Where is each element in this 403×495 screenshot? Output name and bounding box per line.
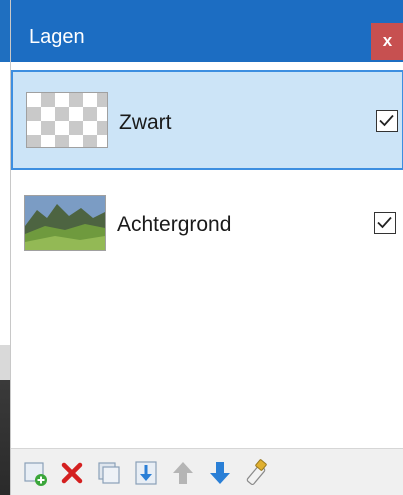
layers-toolbar [11,448,403,495]
layer-thumbnail [26,92,108,148]
panel-title: Lagen [29,26,85,48]
panel-titlebar[interactable]: Lagen x [11,0,403,62]
merge-layer-down-icon [135,461,157,485]
layer-properties-icon [246,459,267,486]
layer-item-achtergrond[interactable]: Achtergrond [11,172,403,272]
delete-layer-button[interactable] [58,459,86,487]
add-layer-icon [24,462,47,486]
landscape-image [25,196,105,250]
duplicate-layer-button[interactable] [95,459,123,487]
move-layer-down-icon [210,462,230,484]
move-layer-up-button[interactable] [169,459,197,487]
background-edge [0,0,10,495]
layer-item-zwart[interactable]: Zwart [11,70,403,170]
checkmark-icon [379,114,394,127]
layer-name: Zwart [119,111,172,134]
move-layer-up-icon [173,462,193,484]
layer-thumbnail [24,195,106,251]
merge-layer-down-button[interactable] [132,459,160,487]
layers-panel: Lagen x Zwart Achtergrond [10,0,403,495]
close-icon: x [382,31,393,50]
duplicate-layer-icon [98,462,120,484]
move-layer-down-button[interactable] [206,459,234,487]
layer-visibility-checkbox[interactable] [374,212,396,234]
close-button[interactable]: x [371,23,403,60]
layer-visibility-checkbox[interactable] [376,110,398,132]
delete-layer-icon [61,462,83,484]
add-layer-button[interactable] [21,459,49,487]
checkmark-icon [377,216,392,229]
layer-name: Achtergrond [117,213,232,236]
layer-properties-button[interactable] [243,459,271,487]
